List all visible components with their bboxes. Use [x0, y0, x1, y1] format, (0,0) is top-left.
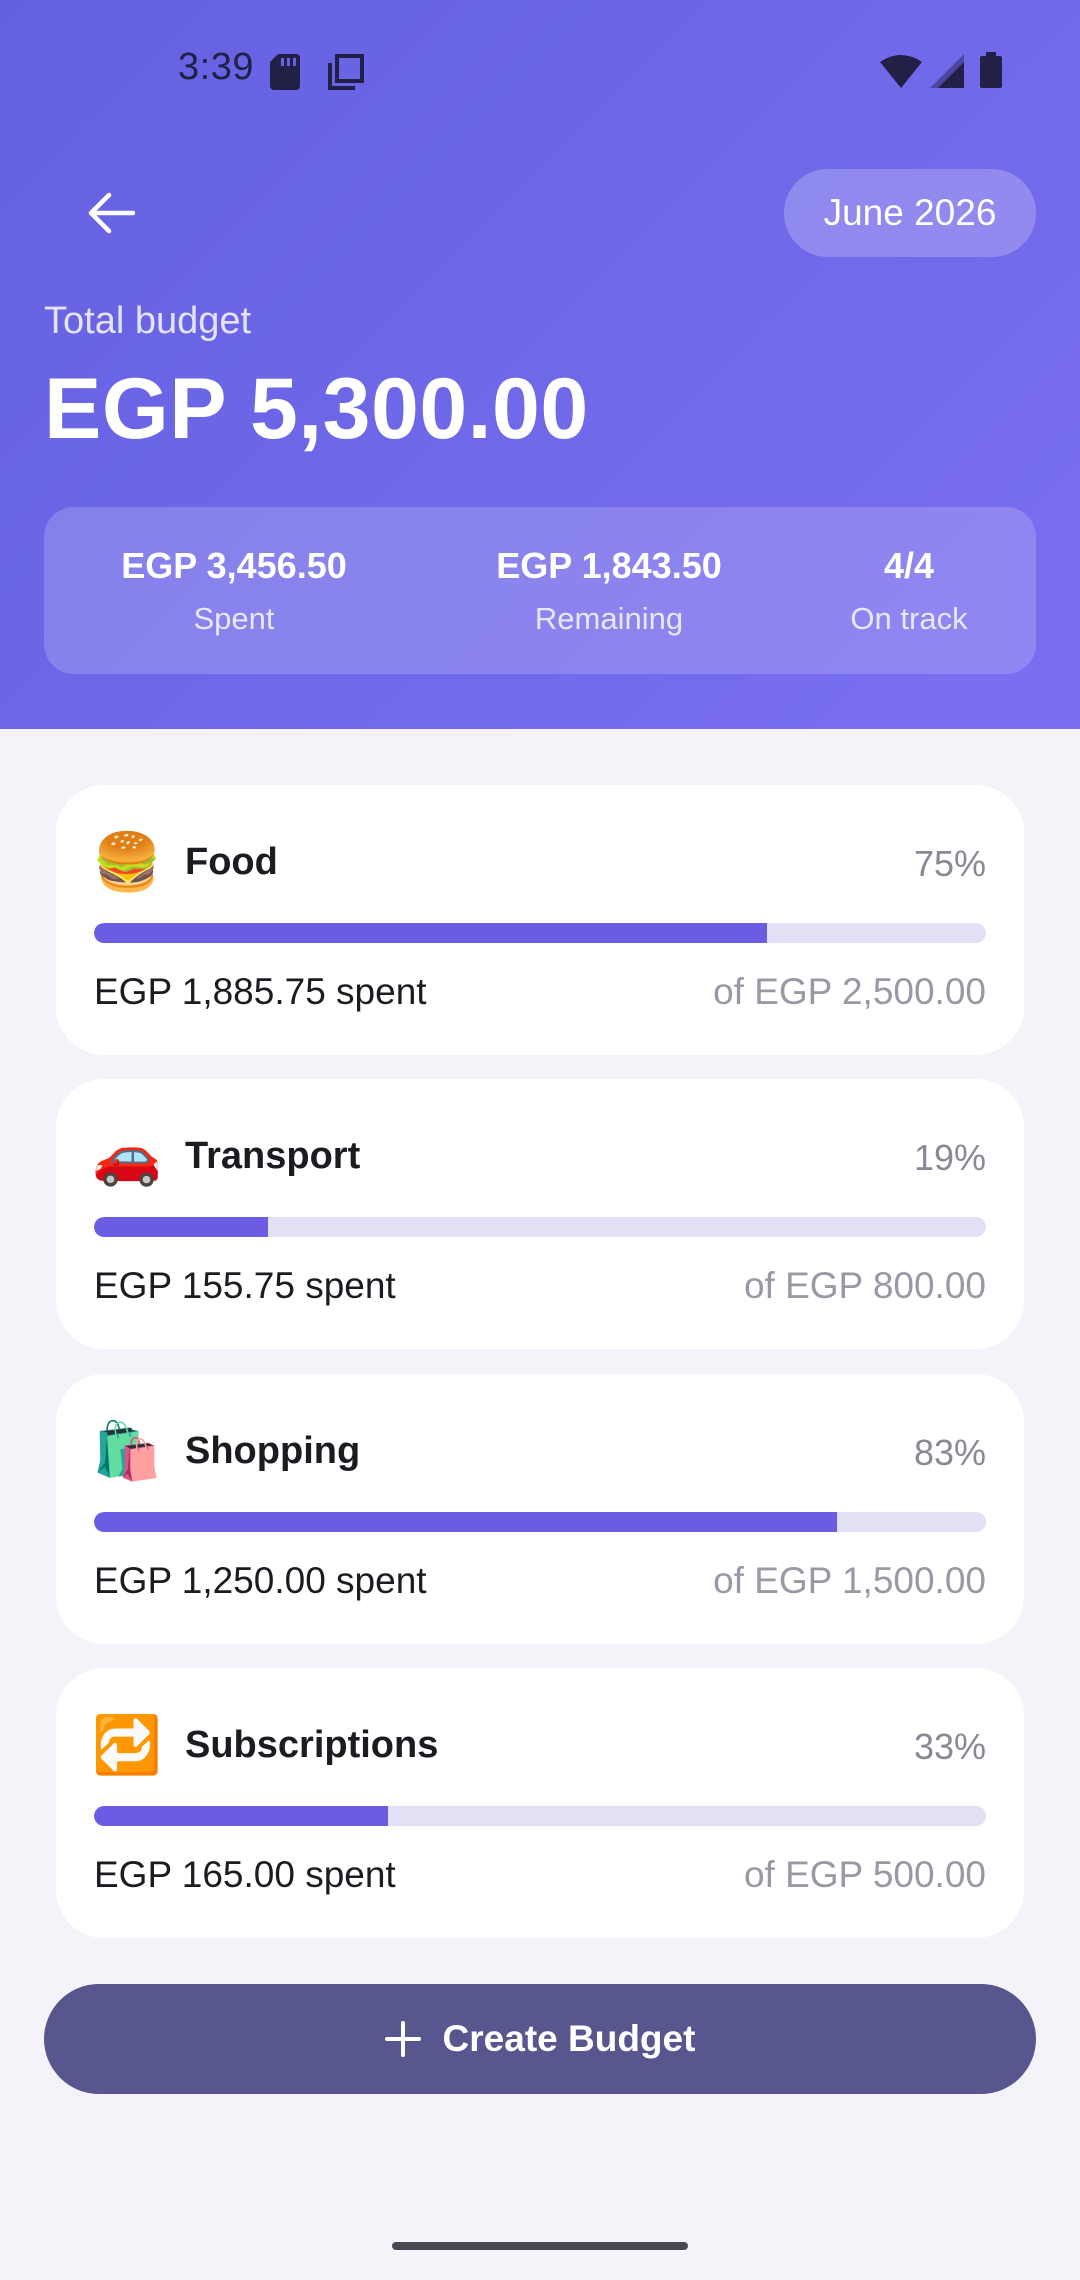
budget-name: Subscriptions: [185, 1724, 439, 1766]
budget-progress-fill: [94, 1217, 268, 1237]
home-indicator[interactable]: [392, 2242, 688, 2250]
copy-icon: [328, 54, 364, 95]
budget-limit: of EGP 800.00: [743, 1265, 986, 1306]
arrow-left-icon: [88, 192, 135, 234]
back-button[interactable]: [70, 172, 152, 254]
budget-progress-fill: [94, 923, 767, 943]
create-budget-button[interactable]: Create Budget: [44, 1984, 1036, 2094]
budget-spent: EGP 165.00 spent: [94, 1854, 396, 1895]
budget-name: Food: [185, 841, 278, 883]
wifi-icon: [880, 54, 922, 93]
on-track-label: On track: [850, 601, 968, 636]
budget-progress-fill: [94, 1512, 838, 1532]
car-icon: 🚗: [92, 1124, 162, 1187]
budget-limit: of EGP 1,500.00: [713, 1560, 986, 1601]
total-budget-amount: EGP 5,300.00: [44, 361, 589, 457]
hamburger-icon: 🍔: [92, 830, 162, 893]
budget-progress-bar: [94, 1806, 986, 1826]
plus-icon: [384, 2021, 421, 2057]
budget-name: Shopping: [185, 1430, 361, 1472]
sd-card-icon: [270, 54, 300, 95]
stat-on-track: 4/4 On track: [824, 545, 994, 637]
remaining-value: EGP 1,843.50: [496, 545, 722, 586]
create-budget-label: Create Budget: [442, 2018, 696, 2059]
status-bar: 3:39: [0, 0, 1080, 140]
budget-spent: EGP 1,250.00 spent: [94, 1560, 427, 1601]
budget-progress-bar: [94, 923, 986, 943]
budget-card-food[interactable]: 🍔 Food 75% EGP 1,885.75 spent of EGP 2,5…: [56, 785, 1024, 1055]
budget-percent: 75%: [913, 843, 986, 884]
repeat-icon: 🔁: [92, 1713, 162, 1776]
budget-limit: of EGP 2,500.00: [713, 971, 986, 1012]
header: 3:39 June 2026 Total budget EGP 5,300.00…: [0, 0, 1080, 729]
spent-value: EGP 3,456.50: [121, 545, 347, 586]
budget-spent: EGP 155.75 spent: [94, 1265, 396, 1306]
budget-percent: 33%: [913, 1726, 986, 1767]
budget-name: Transport: [185, 1135, 361, 1177]
spent-label: Spent: [193, 601, 275, 636]
stat-spent: EGP 3,456.50 Spent: [84, 545, 384, 637]
signal-icon: [930, 54, 964, 93]
budget-progress-fill: [94, 1806, 389, 1826]
budget-card-subscriptions[interactable]: 🔁 Subscriptions 33% EGP 165.00 spent of …: [56, 1668, 1024, 1938]
total-budget-label: Total budget: [44, 300, 252, 342]
on-track-value: 4/4: [883, 545, 935, 586]
status-time: 3:39: [178, 46, 254, 88]
remaining-label: Remaining: [534, 601, 684, 636]
stat-remaining: EGP 1,843.50 Remaining: [454, 545, 764, 637]
budget-percent: 19%: [913, 1137, 986, 1178]
budget-card-transport[interactable]: 🚗 Transport 19% EGP 155.75 spent of EGP …: [56, 1079, 1024, 1349]
shopping-bags-icon: 🛍️: [92, 1419, 162, 1482]
budget-spent: EGP 1,885.75 spent: [94, 971, 427, 1012]
budget-progress-bar: [94, 1512, 986, 1532]
budget-limit: of EGP 500.00: [743, 1854, 986, 1895]
battery-icon: [980, 52, 1002, 93]
budget-summary: EGP 3,456.50 Spent EGP 1,843.50 Remainin…: [44, 507, 1036, 674]
budget-percent: 83%: [913, 1432, 986, 1473]
budget-progress-bar: [94, 1217, 986, 1237]
month-selector[interactable]: June 2026: [784, 169, 1036, 257]
budget-card-shopping[interactable]: 🛍️ Shopping 83% EGP 1,250.00 spent of EG…: [56, 1374, 1024, 1644]
